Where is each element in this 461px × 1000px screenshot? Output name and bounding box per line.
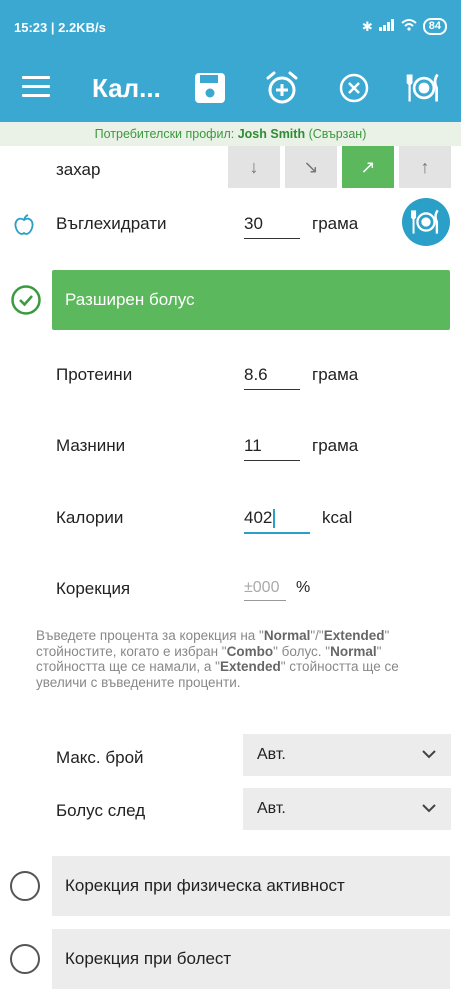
correction-placeholder: ±000 <box>244 579 280 596</box>
extended-bolus-check[interactable] <box>10 284 42 316</box>
activity-correction-option[interactable]: Корекция при физическа активност <box>52 856 450 916</box>
correction-input[interactable]: ±000 <box>244 579 286 601</box>
status-time: 15:23 | 2.2KB/s <box>14 20 106 35</box>
calories-value: 402 <box>244 508 273 527</box>
illness-correction-radio[interactable] <box>10 944 40 974</box>
bolus-after-dropdown[interactable]: Авт. <box>243 788 451 830</box>
trend-down-right-button[interactable]: ↘ <box>285 146 337 188</box>
trend-up-right-button[interactable]: ↗ <box>342 146 394 188</box>
chevron-down-icon <box>422 804 436 813</box>
alarm-add-icon <box>266 71 298 104</box>
bolus-after-value: Авт. <box>257 800 286 817</box>
status-bar: 15:23 | 2.2KB/s ✱ 84 <box>0 0 461 56</box>
trend-up-button[interactable]: ↑ <box>399 146 451 188</box>
save-button[interactable] <box>192 70 228 106</box>
extended-bolus-panel[interactable]: Разширен болус <box>52 270 450 330</box>
fats-unit: грама <box>312 436 359 455</box>
sugar-label: захар <box>56 160 101 179</box>
profile-status-bar: Потребителски профил: Josh Smith (Свърза… <box>0 122 461 146</box>
activity-correction-radio[interactable] <box>10 871 40 901</box>
profile-user: Josh Smith <box>237 127 306 141</box>
text-cursor <box>273 509 276 529</box>
correction-unit: % <box>296 579 311 596</box>
plate-cutlery-icon <box>411 209 439 234</box>
page-title: Кал... <box>92 73 161 103</box>
bolus-after-label: Болус след <box>56 801 146 820</box>
proteins-input[interactable]: 8.6 <box>244 365 300 390</box>
correction-label: Корекция <box>56 579 131 598</box>
close-circle-icon <box>339 73 369 103</box>
meal-button[interactable] <box>406 70 442 106</box>
fats-label: Мазнини <box>56 436 126 455</box>
apple-icon <box>14 214 34 241</box>
proteins-label: Протеини <box>56 365 133 384</box>
fats-input[interactable]: 11 <box>244 436 300 461</box>
proteins-unit: грама <box>312 365 359 384</box>
menu-button[interactable] <box>22 76 50 100</box>
add-alarm-button[interactable] <box>264 70 300 106</box>
bluetooth-icon: ✱ <box>361 18 373 34</box>
profile-state: (Свързан) <box>308 127 367 141</box>
battery-icon: 84 <box>422 18 447 35</box>
trend-down-button[interactable]: ↓ <box>228 146 280 188</box>
illness-correction-option[interactable]: Корекция при болест <box>52 929 450 989</box>
max-count-dropdown[interactable]: Авт. <box>243 734 451 776</box>
max-count-label: Макс. брой <box>56 748 144 767</box>
calories-input[interactable]: 402 <box>244 508 310 535</box>
meal-fab-button[interactable] <box>402 198 450 246</box>
chevron-down-icon <box>422 750 436 759</box>
max-count-value: Авт. <box>257 746 286 763</box>
save-icon <box>195 73 225 103</box>
app-bar: Кал... <box>0 56 461 122</box>
cancel-button[interactable] <box>336 70 372 106</box>
plate-cutlery-icon <box>406 73 439 102</box>
status-icons: ✱ 84 <box>362 18 447 35</box>
profile-prefix: Потребителски профил: <box>94 127 235 141</box>
correction-hint: Въведете процента за корекция на "Normal… <box>36 628 399 690</box>
carbs-unit: грама <box>312 214 359 233</box>
calories-unit: kcal <box>322 508 353 527</box>
wifi-icon <box>401 19 417 34</box>
carbs-label: Въглехидрати <box>56 214 167 233</box>
check-circle-icon <box>11 285 41 315</box>
carbs-input[interactable]: 30 <box>244 214 300 239</box>
signal-icon <box>378 19 395 34</box>
calories-label: Калории <box>56 508 124 527</box>
